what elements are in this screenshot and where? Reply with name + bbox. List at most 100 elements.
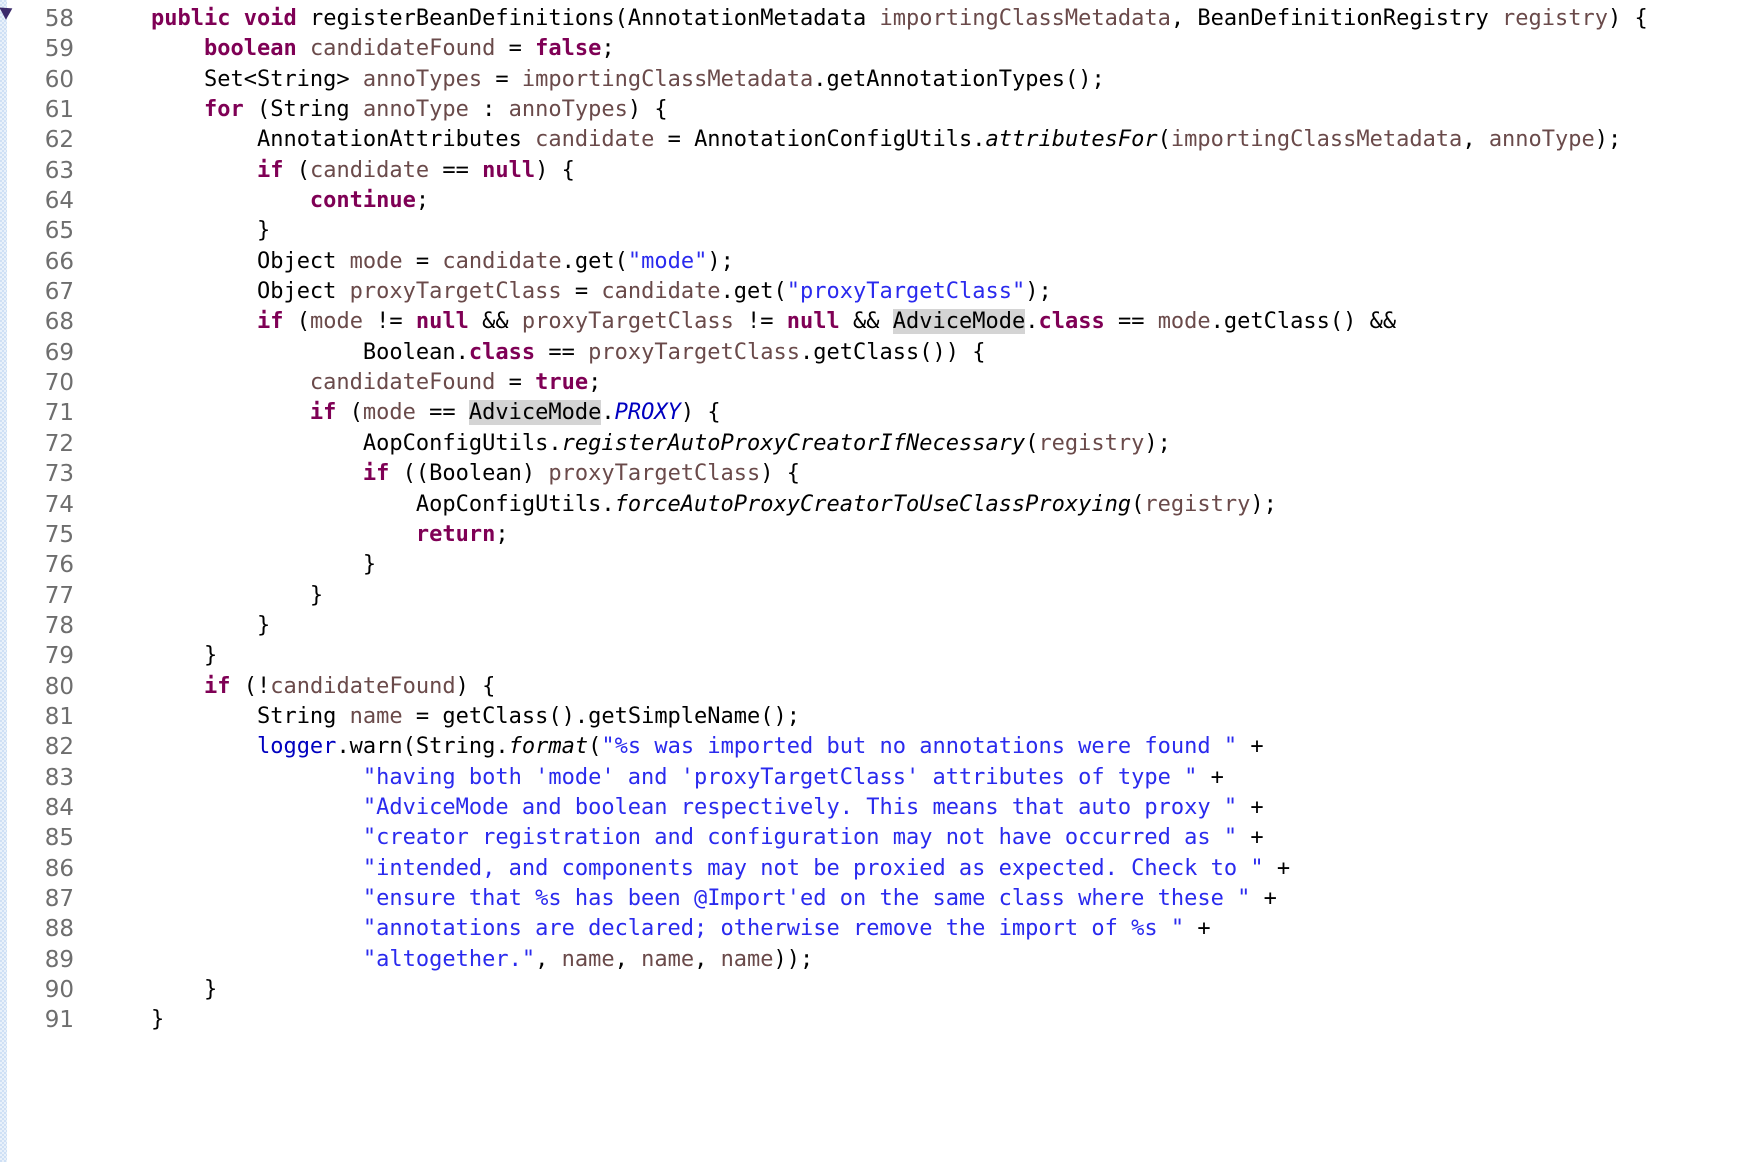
code-token: ); <box>1250 491 1277 517</box>
line-number[interactable]: 76 <box>0 550 74 580</box>
line-number[interactable]: 74 <box>0 490 74 520</box>
line-number[interactable]: 85 <box>0 823 74 853</box>
line-number[interactable]: 73 <box>0 459 74 489</box>
code-line[interactable]: } <box>98 1005 1758 1035</box>
code-token: "ensure that %s has been @Import'ed on t… <box>362 885 1251 911</box>
code-line[interactable]: AnnotationAttributes candidate = Annotat… <box>98 125 1758 155</box>
line-number[interactable]: 60 <box>0 65 74 95</box>
line-number[interactable]: 61 <box>0 95 74 125</box>
code-token: importingClassMetadata <box>879 6 1171 31</box>
line-number[interactable]: 88 <box>0 914 74 944</box>
code-token: ; <box>415 188 430 214</box>
line-number[interactable]: 59 <box>0 34 74 64</box>
code-editor[interactable]: 58 59 60 61 62 63 64 65 66 67 68 69 70 71 72 73 74 75 76 77… <box>0 0 1758 1162</box>
code-token: ( <box>588 734 602 760</box>
code-line[interactable]: continue; <box>98 186 1758 216</box>
code-token: ) { <box>627 97 668 123</box>
line-number[interactable]: 90 <box>0 975 74 1005</box>
line-number[interactable]: 89 <box>0 945 74 975</box>
code-token: class <box>468 339 536 365</box>
code-line[interactable]: candidateFound = true; <box>98 368 1758 398</box>
line-number[interactable]: 65 <box>0 216 74 246</box>
line-number[interactable]: 68 <box>0 307 74 337</box>
code-line[interactable]: "annotations are declared; otherwise rem… <box>98 914 1758 944</box>
code-token: registry <box>1502 6 1609 31</box>
line-number[interactable]: 67 <box>0 277 74 307</box>
code-line[interactable]: AopConfigUtils.forceAutoProxyCreatorToUs… <box>98 490 1758 520</box>
code-line[interactable]: "creator registration and configuration … <box>98 823 1758 853</box>
code-line[interactable]: } <box>98 581 1758 611</box>
code-line[interactable]: "intended, and components may not be pro… <box>98 854 1758 884</box>
line-number[interactable]: 69 <box>0 338 74 368</box>
line-number[interactable]: 70 <box>0 368 74 398</box>
code-line[interactable]: } <box>98 216 1758 246</box>
code-line[interactable]: "having both 'mode' and 'proxyTargetClas… <box>98 763 1758 793</box>
code-token: void <box>243 6 297 31</box>
code-line[interactable]: String name = getClass().getSimpleName()… <box>98 702 1758 732</box>
code-token: if <box>309 400 337 426</box>
code-token: = getClass().getSimpleName(); <box>402 703 801 729</box>
code-token: format <box>508 734 589 760</box>
code-line[interactable]: Boolean.class == proxyTargetClass.getCla… <box>98 338 1758 368</box>
code-line[interactable]: "AdviceMode and boolean respectively. Th… <box>98 793 1758 823</box>
code-line[interactable]: } <box>98 611 1758 641</box>
line-number[interactable]: 71 <box>0 398 74 428</box>
code-line[interactable]: logger.warn(String.format("%s was import… <box>98 732 1758 762</box>
line-number[interactable]: 84 <box>0 793 74 823</box>
code-line[interactable]: "altogether.", name, name, name)); <box>98 945 1758 975</box>
code-line[interactable]: if ((Boolean) proxyTargetClass) { <box>98 459 1758 489</box>
code-token: + <box>1197 764 1224 790</box>
code-token: AdviceMode <box>892 309 1026 335</box>
line-number[interactable]: 81 <box>0 702 74 732</box>
code-token: (! <box>230 673 271 699</box>
line-number[interactable]: 77 <box>0 581 74 611</box>
code-line[interactable]: for (String annoType : annoTypes) { <box>98 95 1758 125</box>
code-line[interactable]: if (!candidateFound) { <box>98 672 1758 702</box>
line-number[interactable]: 80 <box>0 672 74 702</box>
code-token: + <box>1250 885 1277 911</box>
line-number[interactable]: 66 <box>0 247 74 277</box>
code-line[interactable]: Set<String> annoTypes = importingClassMe… <box>98 65 1758 95</box>
line-number[interactable]: 62 <box>0 125 74 155</box>
code-line[interactable]: if (mode != null && proxyTargetClass != … <box>98 307 1758 337</box>
code-token: null <box>415 309 469 335</box>
line-number[interactable]: 87 <box>0 884 74 914</box>
line-number[interactable]: 91 <box>0 1005 74 1035</box>
code-line[interactable]: public void registerBeanDefinitions(Anno… <box>98 4 1758 34</box>
code-token: ; <box>601 36 615 62</box>
code-token: boolean <box>203 36 297 62</box>
line-number-gutter[interactable]: 58 59 60 61 62 63 64 65 66 67 68 69 70 71 72 73 74 75 76 77… <box>0 0 84 1036</box>
code-token: )); <box>773 946 814 972</box>
code-line[interactable]: if (mode == AdviceMode.PROXY) { <box>98 398 1758 428</box>
line-number[interactable]: 79 <box>0 641 74 671</box>
code-token: public <box>150 6 231 31</box>
code-line[interactable]: "ensure that %s has been @Import'ed on t… <box>98 884 1758 914</box>
code-line[interactable]: return; <box>98 520 1758 550</box>
line-number[interactable]: 78 <box>0 611 74 641</box>
code-content[interactable]: public void registerBeanDefinitions(Anno… <box>84 0 1758 1036</box>
code-line[interactable]: boolean candidateFound = false; <box>98 34 1758 64</box>
code-token: "mode" <box>627 248 708 274</box>
line-number[interactable]: 72 <box>0 429 74 459</box>
line-number[interactable]: 86 <box>0 854 74 884</box>
code-token: candidate <box>601 279 721 305</box>
line-number[interactable]: 82 <box>0 732 74 762</box>
code-line[interactable]: } <box>98 641 1758 671</box>
code-line[interactable]: Object mode = candidate.get("mode"); <box>98 247 1758 277</box>
code-line[interactable]: } <box>98 550 1758 580</box>
code-line[interactable]: Object proxyTargetClass = candidate.get(… <box>98 277 1758 307</box>
line-number[interactable]: 64 <box>0 186 74 216</box>
code-line[interactable]: AopConfigUtils.registerAutoProxyCreatorI… <box>98 429 1758 459</box>
line-number[interactable]: 83 <box>0 763 74 793</box>
code-line[interactable]: } <box>98 975 1758 1005</box>
code-line[interactable]: if (candidate == null) { <box>98 156 1758 186</box>
line-number[interactable]: 63 <box>0 156 74 186</box>
code-token: : <box>468 97 509 123</box>
code-token: ); <box>1025 279 1052 305</box>
line-number[interactable]: 75 <box>0 520 74 550</box>
